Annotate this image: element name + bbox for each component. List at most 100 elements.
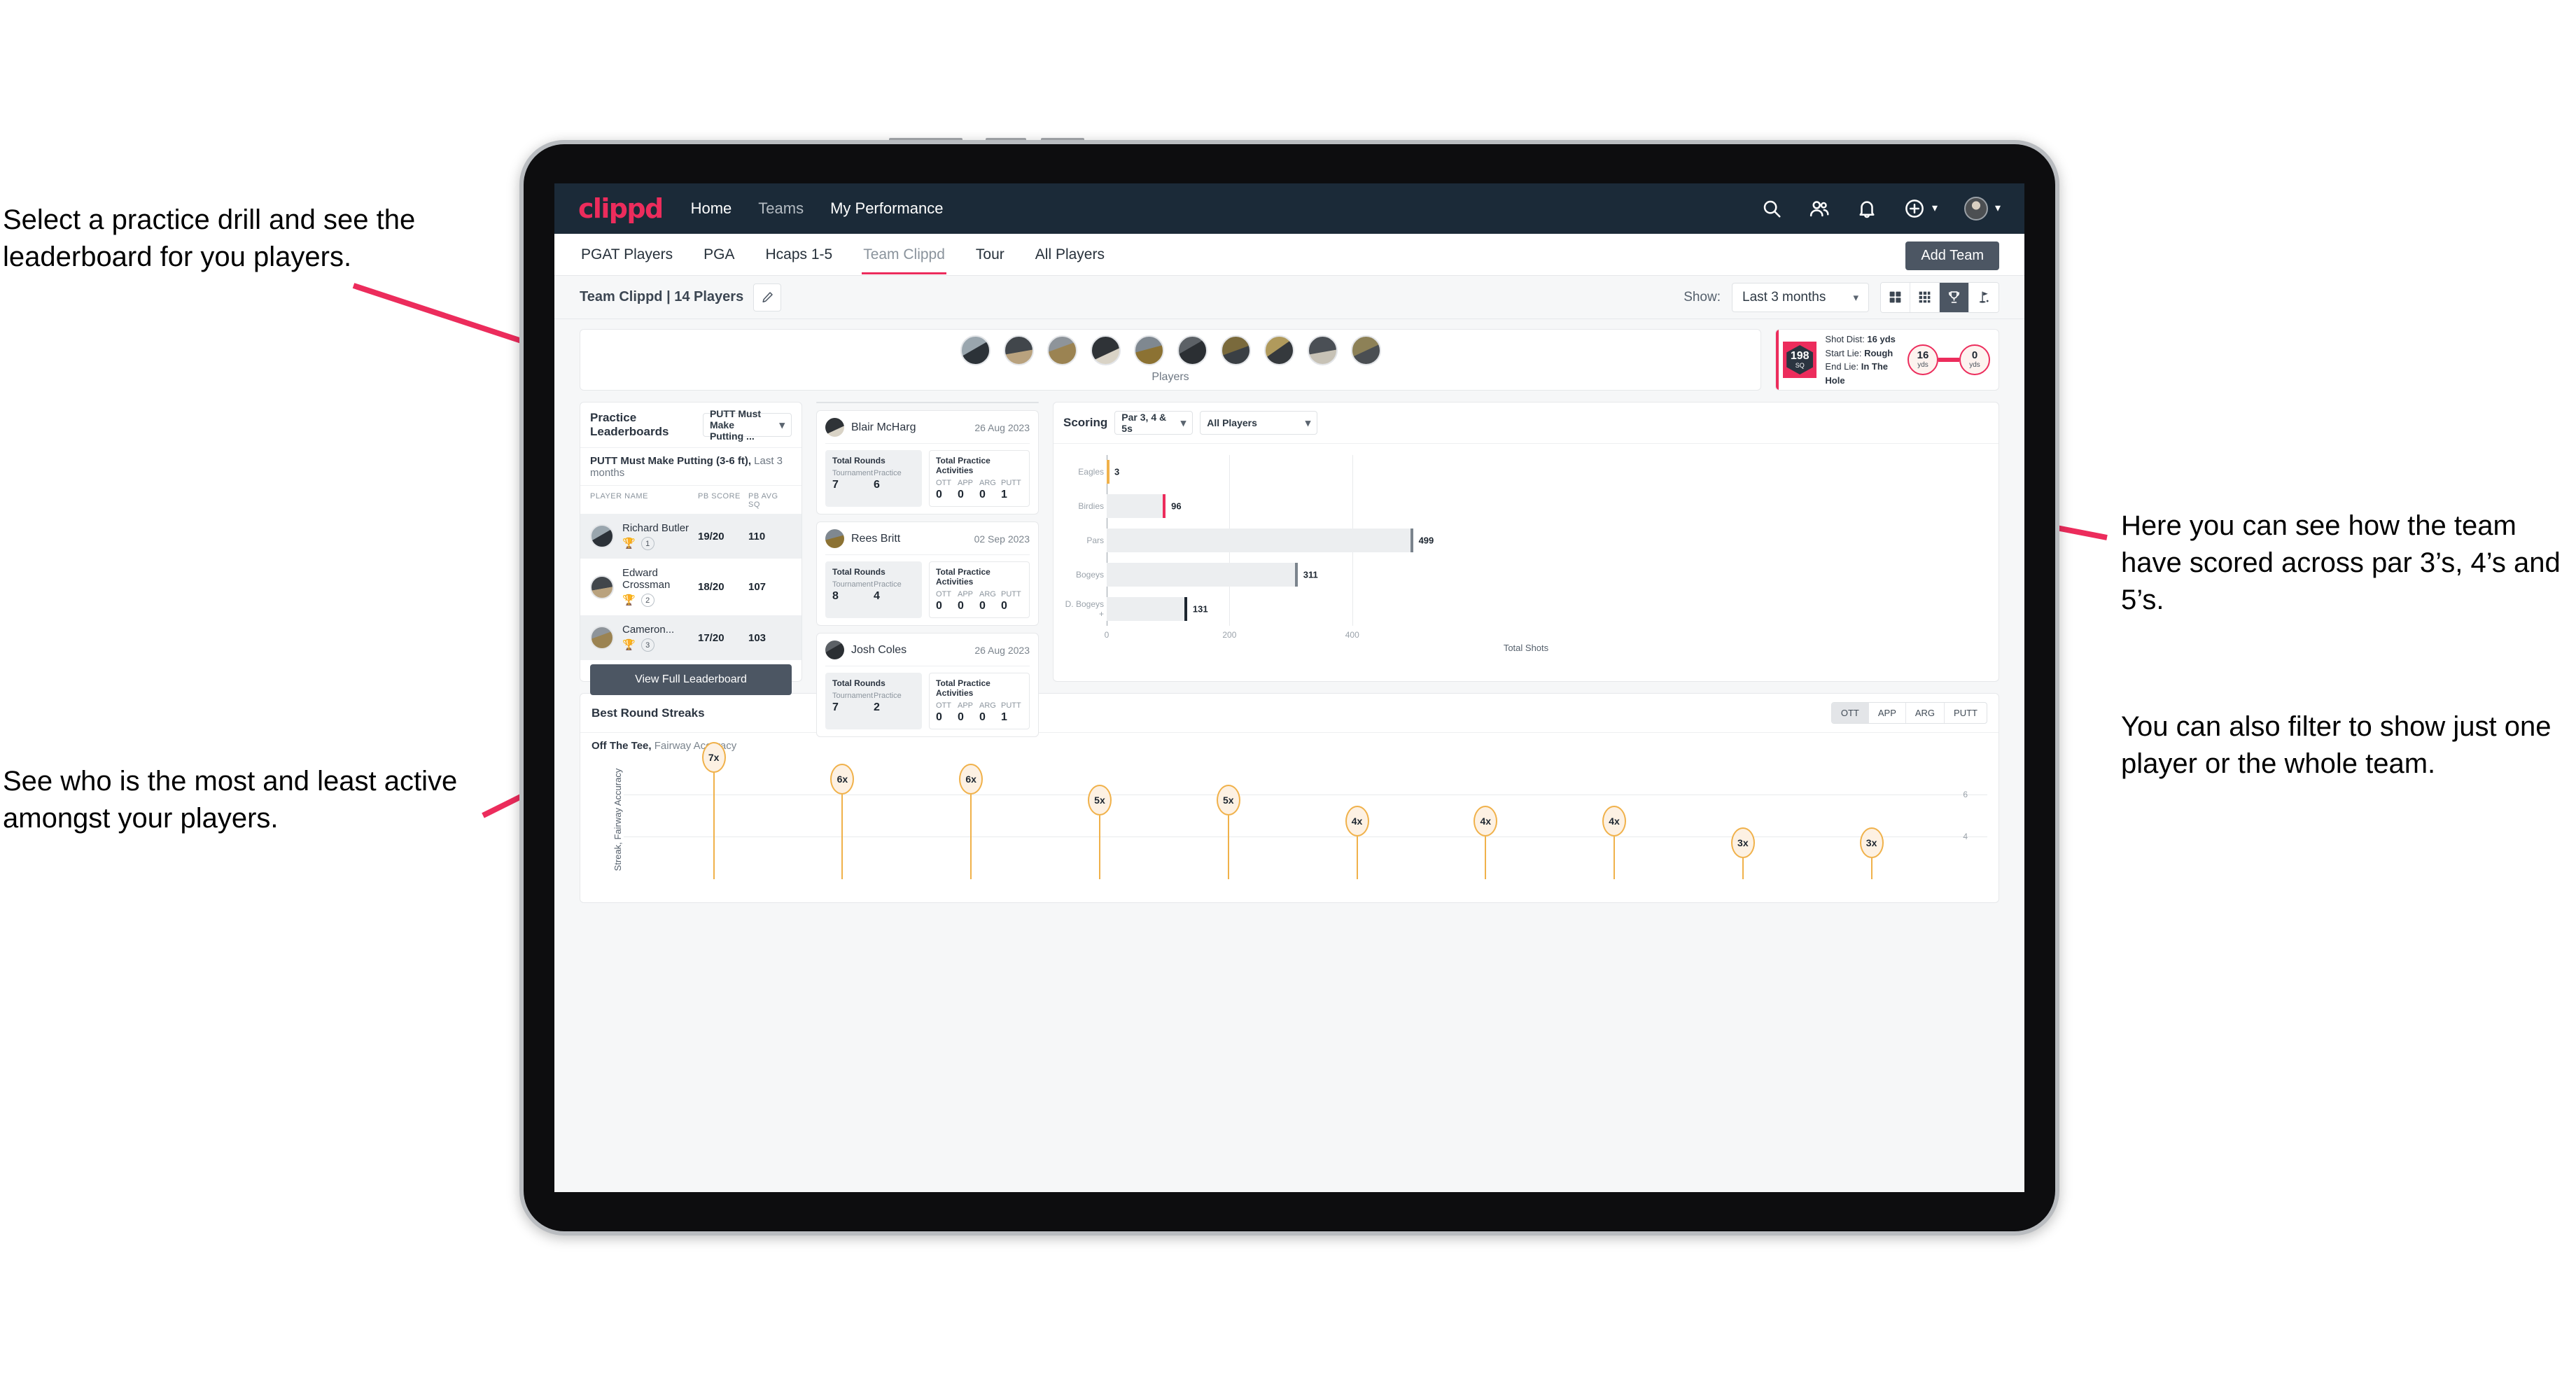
y-axis-tick: D. Bogeys + [1065, 598, 1104, 619]
bell-icon[interactable] [1856, 198, 1877, 219]
player-avatar[interactable] [1133, 335, 1164, 365]
tab-least-active[interactable]: Least Active [927, 402, 1038, 403]
player-avatar[interactable] [1307, 335, 1338, 365]
player-avatar [590, 626, 614, 650]
tab-putt[interactable]: PUTT [1945, 703, 1987, 723]
tab-all-players[interactable]: All Players [1034, 235, 1106, 274]
leaderboard-row[interactable]: Edward Crossman 🏆 2 18/20 107 [580, 559, 802, 615]
distance-connector [1938, 358, 1959, 362]
streak-bubble[interactable]: 4x [1602, 806, 1627, 837]
tournament-value: 7 [832, 701, 839, 713]
streak-bubble[interactable]: 5x [1216, 784, 1240, 816]
golf-flag-icon[interactable] [1969, 282, 1998, 312]
pb-avg-sq: 110 [748, 530, 766, 542]
nav-link-my-performance[interactable]: My Performance [830, 200, 943, 218]
app-screen: clippd Home Teams My Performance ▾ ▾ PGA… [554, 183, 2024, 1192]
ott-label: OTT [936, 590, 951, 598]
ott-value: 0 [936, 711, 942, 723]
streak-bubble[interactable]: 6x [959, 763, 983, 794]
player-avatar [825, 529, 844, 548]
start-distance-value: 16 [1917, 349, 1929, 361]
player-avatar[interactable] [1177, 335, 1208, 365]
par-select[interactable]: Par 3, 4 & 5s ▾ [1114, 411, 1194, 435]
avatar[interactable] [1963, 197, 1988, 220]
player-avatar[interactable] [1264, 335, 1294, 365]
activity-card[interactable]: Blair McHarg 26 Aug 2023 Total Rounds Tourn… [816, 410, 1039, 514]
team-tabs: PGAT Players PGA Hcaps 1-5 Team Clippd T… [554, 234, 2024, 276]
arg-stat: ARG 0 [979, 701, 1001, 724]
tab-ott[interactable]: OTT [1831, 703, 1869, 723]
search-icon[interactable] [1761, 198, 1782, 219]
account-menu[interactable]: ▾ [1963, 197, 2001, 220]
show-period-select[interactable]: Last 3 months ▾ [1732, 282, 1869, 312]
y-axis-tick: Pars [1086, 536, 1104, 545]
streaks-subtitle: Off The Tee, Fairway Accuracy [580, 732, 1998, 752]
leaderboard-rows: Richard Butler 🏆 1 19/20 110 Edward Crossman 🏆… [580, 514, 802, 660]
players-select[interactable]: All Players ▾ [1200, 411, 1318, 435]
tournament-value: 7 [832, 479, 839, 491]
tab-tour[interactable]: Tour [974, 235, 1006, 274]
clippd-logo[interactable]: clippd [578, 193, 664, 224]
streak-bubble[interactable]: 7x [701, 742, 726, 774]
tab-pgat-players[interactable]: PGAT Players [580, 235, 674, 274]
player-avatar[interactable] [1220, 335, 1251, 365]
leaderboard-header: Practice Leaderboards PUTT Must Make Put… [580, 402, 802, 447]
player-avatar[interactable] [1350, 335, 1381, 365]
putt-label: PUTT [1001, 590, 1021, 598]
add-team-button[interactable]: Add Team [1905, 241, 1999, 270]
activity-date: 26 Aug 2023 [974, 421, 1030, 433]
player-avatar[interactable] [1003, 335, 1034, 365]
tab-team-clippd[interactable]: Team Clippd [862, 235, 946, 274]
end-distance-value: 0 [1971, 349, 1978, 361]
grid-4-icon[interactable] [1881, 282, 1910, 312]
annotation-practice-drill: Select a practice drill and see the lead… [3, 204, 416, 273]
ott-label: OTT [936, 701, 951, 710]
grid-9-icon[interactable] [1910, 282, 1940, 312]
players-strip: Players [580, 329, 1761, 391]
tab-hcaps-1-5[interactable]: Hcaps 1-5 [764, 235, 834, 274]
player-avatars [960, 335, 1381, 365]
streak-bubble[interactable]: 5x [1087, 784, 1112, 816]
chevron-down-icon: ▾ [1180, 417, 1186, 429]
view-full-leaderboard-button[interactable]: View Full Leaderboard [590, 664, 792, 695]
streak-bubble[interactable]: 3x [1859, 827, 1884, 858]
player-name: Richard Butler [622, 522, 690, 534]
nav-link-home[interactable]: Home [691, 200, 732, 218]
tab-arg[interactable]: ARG [1906, 703, 1945, 723]
streak-stem [1227, 815, 1229, 879]
annotation-filter: You can also filter to show just one pla… [2121, 711, 2552, 780]
streak-bubble[interactable]: 3x [1730, 827, 1755, 858]
total-rounds-block: Total Rounds Tournament 8 Practice 4 [825, 561, 922, 618]
nav-link-teams[interactable]: Teams [758, 200, 804, 218]
tournament-stat: Tournament 7 [832, 692, 874, 714]
edit-team-button[interactable] [753, 283, 782, 312]
total-rounds-values: Tournament 8 Practice 4 [832, 580, 915, 603]
practice-value: 2 [874, 701, 880, 713]
leaderboard-row[interactable]: Richard Butler 🏆 1 19/20 110 [580, 514, 802, 559]
tab-pga[interactable]: PGA [702, 235, 736, 274]
y-axis-tick: Birdies [1078, 501, 1104, 512]
tab-app[interactable]: APP [1869, 703, 1906, 723]
people-icon[interactable] [1809, 198, 1830, 219]
leaderboard-row[interactable]: Cameron... 🏆 3 17/20 103 [580, 615, 802, 660]
streak-bubble[interactable]: 6x [830, 763, 855, 794]
player-avatar[interactable] [960, 335, 990, 365]
dashboard-content: Players 198 SQ Shot Dist: 16 yds Start L… [554, 319, 2024, 1192]
trophy-icon[interactable] [1940, 282, 1969, 312]
streak-bubble[interactable]: 4x [1474, 806, 1498, 837]
hex-badge: 198 SQ [1786, 345, 1814, 374]
activity-card[interactable]: Josh Coles 26 Aug 2023 Total Rounds Tournam… [816, 633, 1039, 737]
player-avatar[interactable] [1090, 335, 1121, 365]
streak-bubble[interactable]: 4x [1345, 806, 1369, 837]
add-menu[interactable]: ▾ [1904, 198, 1938, 219]
tab-most-active[interactable]: Most Active [817, 402, 927, 403]
ott-label: OTT [936, 479, 951, 487]
total-rounds-block: Total Rounds Tournament 7 Practice 2 [825, 673, 922, 729]
pb-avg-sq: 103 [748, 631, 766, 644]
player-avatar [825, 640, 844, 659]
streaks-plot-area: 7x 6x 6x 5x 5x 4x 4x 4x 3x 3x [624, 742, 1987, 879]
activity-card[interactable]: Rees Britt 02 Sep 2023 Total Rounds Tournam… [816, 522, 1039, 626]
plus-circle-icon[interactable] [1904, 198, 1925, 219]
player-avatar[interactable] [1046, 335, 1077, 365]
drill-select[interactable]: PUTT Must Make Putting ... ▾ [702, 408, 792, 442]
